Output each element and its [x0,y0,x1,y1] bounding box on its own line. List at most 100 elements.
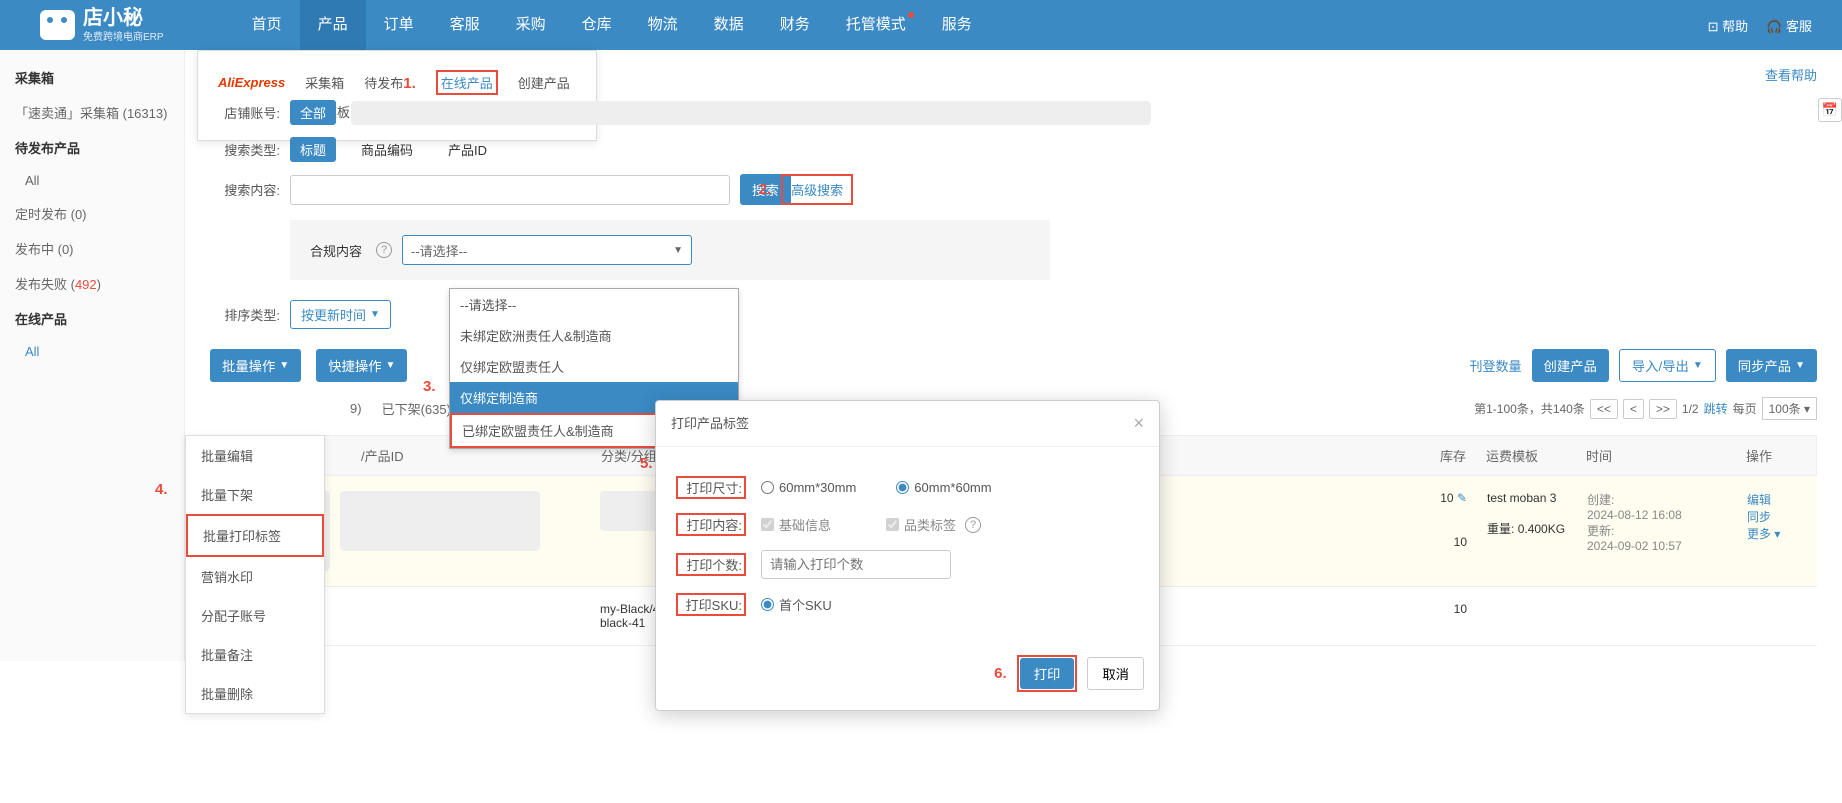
type-title[interactable]: 标题 [290,137,336,162]
tab-0[interactable]: 9) [350,401,362,416]
help-link[interactable]: ⊡ 帮助 [1708,16,1749,35]
sync-product-button[interactable]: 同步产品 ▼ [1726,349,1817,382]
nav-services[interactable]: 服务 [924,0,990,50]
row2-stock: 10 [1397,602,1467,616]
batch-print-label[interactable]: 批量打印标签 [186,514,324,557]
content-opt-1[interactable]: 品类标签 ? [886,515,981,534]
create-time: 2024-08-12 16:08 [1587,508,1747,522]
sku-label: 打印SKU: [676,593,746,616]
search-input[interactable] [290,175,730,205]
row-stock: 10 [1440,491,1453,505]
content-label: 打印内容: [676,513,746,536]
page-jump[interactable]: 跳转 [1704,400,1728,417]
batch-delete[interactable]: 批量删除 [186,674,324,713]
logo-subtitle: 免费跨境电商ERP [83,28,164,43]
nav-purchase[interactable]: 采购 [498,0,564,50]
cancel-button[interactable]: 取消 [1087,657,1144,690]
publish-count-link[interactable]: 刊登数量 [1470,356,1522,375]
sort-label: 排序类型: [210,305,280,324]
pagination: 第1-100条，共140条 << < >> 1/2 跳转 每页 100条 ▾ [1474,397,1817,420]
batch-remark[interactable]: 批量备注 [186,635,324,674]
help-icon[interactable]: ? [965,517,981,533]
side-timed[interactable]: 定时发布 (0) [0,196,184,231]
create-label: 创建: [1587,491,1747,508]
page-next[interactable]: >> [1649,399,1677,419]
sku-opt[interactable]: 首个SKU [761,595,832,614]
nav-hosting[interactable]: 托管模式 [828,0,924,50]
th-shipping: 运费模板 [1486,446,1586,465]
op-edit[interactable]: 编辑 [1747,491,1807,508]
size-opt-1[interactable]: 60mm*60mm [896,480,991,495]
product-title-blur [340,491,540,551]
print-label-modal: 打印产品标签 × 打印尺寸: 60mm*30mm 60mm*60mm 打印内容:… [655,400,1160,711]
count-input[interactable] [761,550,951,579]
quick-action-button[interactable]: 快捷操作 ▼ [316,349,407,382]
batch-edit[interactable]: 批量编辑 [186,436,324,475]
step-6-marker: 6. [994,665,1007,682]
side-publishing[interactable]: 发布中 (0) [0,231,184,266]
nav-order[interactable]: 订单 [366,0,432,50]
print-button[interactable]: 打印 [1020,658,1075,689]
page-size-select[interactable]: 100条 ▾ [1762,397,1817,420]
dd-opt-1[interactable]: 未绑定欧洲责任人&制造商 [450,320,738,351]
page-current: 1/2 [1682,402,1699,416]
service-link[interactable]: 🎧 客服 [1766,16,1812,35]
sort-button[interactable]: 按更新时间▼ [290,300,391,329]
side-pending-all[interactable]: All [0,165,184,196]
content-opt-0[interactable]: 基础信息 [761,515,831,534]
type-id[interactable]: 产品ID [438,137,497,162]
edit-stock-icon[interactable]: ✎ [1457,491,1467,505]
side-fail[interactable]: 发布失败 (492) [0,266,184,301]
side-collect-header: 采集箱 [0,60,184,95]
view-help-link[interactable]: 查看帮助 [1765,65,1817,84]
advanced-search[interactable]: 高级搜索 [781,174,853,205]
logo[interactable]: 店小秘 免费跨境电商ERP [40,8,164,43]
create-product-button[interactable]: 创建产品 [1532,349,1609,382]
close-icon[interactable]: × [1133,413,1144,434]
nav-logistics[interactable]: 物流 [630,0,696,50]
chevron-down-icon: ▼ [673,245,683,256]
dd-opt-0[interactable]: --请选择-- [450,289,738,320]
th-time: 时间 [1586,446,1746,465]
nav-service[interactable]: 客服 [432,0,498,50]
logo-text: 店小秘 [83,8,164,28]
help-icon[interactable]: ? [376,242,392,258]
calendar-icon[interactable]: 📅 [1818,98,1842,122]
import-export-button[interactable]: 导入/导出▼ [1619,349,1716,382]
batch-unlist[interactable]: 批量下架 [186,475,324,514]
nav-finance[interactable]: 财务 [762,0,828,50]
nav-data[interactable]: 数据 [696,0,762,50]
size-opt-0[interactable]: 60mm*30mm [761,480,856,495]
compliance-label: 合规内容 [310,241,362,260]
side-online-all[interactable]: All [0,336,184,367]
nav-warehouse[interactable]: 仓库 [564,0,630,50]
type-code[interactable]: 商品编码 [351,137,423,162]
search-type-label: 搜索类型: [210,140,280,159]
row-stock-2: 10 [1397,535,1467,549]
batch-subacct[interactable]: 分配子账号 [186,596,324,635]
count-label: 打印个数: [676,553,746,576]
main-content: 查看帮助 📅 店铺账号: 全部 搜索类型: 标题 商品编码 产品ID 搜索内容:… [185,50,1842,661]
batch-watermark[interactable]: 营销水印 [186,557,324,596]
compliance-select[interactable]: --请选择-- ▼ [402,235,692,265]
side-online-header: 在线产品 [0,301,184,336]
step-2-marker: 2. [759,181,772,198]
batch-action-button[interactable]: 批量操作 ▼ [210,349,301,382]
step-5-marker: 5. [640,455,653,472]
page-prev[interactable]: < [1623,399,1644,419]
th-operation: 操作 [1746,446,1806,465]
side-collect-item[interactable]: 「速卖通」采集箱 (16313) [0,95,184,130]
batch-menu: 批量编辑 批量下架 批量打印标签 营销水印 分配子账号 批量备注 批量删除 [185,435,325,714]
nav-product[interactable]: 产品 [300,0,366,50]
nav-home[interactable]: 首页 [234,0,300,50]
op-more[interactable]: 更多 ▾ [1747,525,1807,542]
op-sync[interactable]: 同步 [1747,508,1807,525]
tab-unlisted[interactable]: 已下架(635) [382,399,451,418]
weight-value: 0.400KG [1518,522,1565,536]
account-all-tag[interactable]: 全部 [290,100,336,125]
page-first[interactable]: << [1590,399,1618,419]
dd-opt-2[interactable]: 仅绑定欧盟责任人 [450,351,738,382]
size-label: 打印尺寸: [676,476,746,499]
update-label: 更新: [1587,522,1747,539]
account-blur [351,101,1151,125]
